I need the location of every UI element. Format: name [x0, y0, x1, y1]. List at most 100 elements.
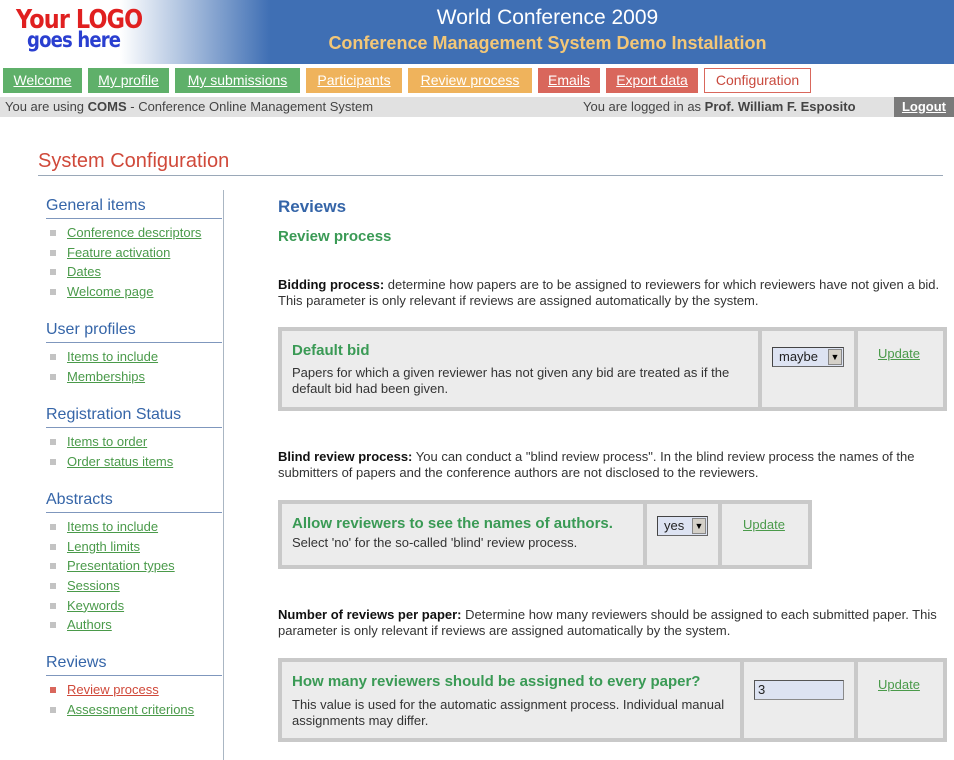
sidebar-link[interactable]: Order status items: [67, 454, 173, 469]
tab-welcome[interactable]: Welcome: [3, 68, 82, 93]
dropdown-arrow-icon[interactable]: ▼: [828, 349, 842, 365]
bullet-icon: [50, 354, 56, 360]
sidebar-item[interactable]: Dates: [46, 262, 222, 282]
bullet-icon: [50, 524, 56, 530]
setting-action-cell: Update: [858, 331, 943, 407]
sidebar-item[interactable]: Presentation types: [46, 556, 222, 576]
logo: Your LOGO goes here: [16, 5, 146, 57]
sidebar-item[interactable]: Conference descriptors: [46, 223, 222, 243]
bullet-icon: [50, 602, 56, 609]
sidebar-link[interactable]: Welcome page: [67, 284, 153, 299]
sidebar-link[interactable]: Keywords: [67, 598, 124, 613]
sidebar-link[interactable]: Review process: [67, 682, 159, 697]
logout-button[interactable]: Logout: [894, 97, 954, 117]
sidebar-item[interactable]: Items to include: [46, 517, 222, 537]
bullet-icon: [50, 230, 56, 236]
sidebar-link[interactable]: Length limits: [67, 539, 140, 554]
bullet-icon: [50, 687, 56, 693]
setting-title: Default bid: [292, 342, 370, 359]
tab-participants[interactable]: Participants: [306, 68, 402, 93]
setting-action-cell: Update: [722, 504, 808, 565]
sidebar-item[interactable]: Length limits: [46, 537, 222, 557]
sidebar-item[interactable]: Assessment criterions: [46, 700, 222, 720]
reviews-count-description: Number of reviews per paper: Determine h…: [278, 607, 946, 639]
using-prefix: You are using: [5, 99, 88, 114]
main-nav-tabs: Welcome My profile My submissions Partic…: [0, 68, 954, 94]
blind-label: Blind review process:: [278, 449, 413, 464]
sidebar-heading: Registration Status: [46, 406, 222, 428]
count-label: Number of reviews per paper:: [278, 607, 462, 622]
bullet-icon: [50, 439, 56, 445]
tab-review-process[interactable]: Review process: [408, 68, 532, 93]
setting-title: How many reviewers should be assigned to…: [292, 673, 701, 690]
conference-title: World Conference 2009: [436, 6, 659, 29]
select-value: maybe: [779, 349, 819, 364]
sidebar-item-review-process[interactable]: Review process: [46, 680, 222, 700]
setting-description: This value is used for the automatic ass…: [292, 697, 725, 728]
show-authors-select[interactable]: yes ▼: [657, 516, 708, 536]
update-default-bid-link[interactable]: Update: [878, 346, 920, 361]
bullet-icon: [50, 563, 56, 570]
tab-export-data[interactable]: Export data: [606, 68, 698, 93]
sidebar-heading: Reviews: [46, 654, 222, 676]
sidebar-section-user-profiles: User profiles Items to include Membershi…: [46, 321, 222, 386]
setting-value-cell: yes ▼: [647, 504, 718, 565]
sidebar-item[interactable]: Items to include: [46, 347, 222, 367]
bullet-icon: [50, 543, 56, 550]
sidebar-item[interactable]: Items to order: [46, 432, 222, 452]
bullet-icon: [50, 249, 56, 256]
sidebar-item[interactable]: Welcome page: [46, 282, 222, 302]
tab-my-profile[interactable]: My profile: [88, 68, 169, 93]
update-reviews-count-link[interactable]: Update: [878, 677, 920, 692]
sidebar-link[interactable]: Memberships: [67, 369, 145, 384]
tab-my-submissions[interactable]: My submissions: [175, 68, 300, 93]
conference-subtitle: Conference Management System Demo Instal…: [328, 33, 767, 53]
tab-emails[interactable]: Emails: [538, 68, 600, 93]
sidebar-item[interactable]: Memberships: [46, 367, 222, 387]
sidebar-link[interactable]: Items to include: [67, 519, 158, 534]
bullet-icon: [50, 269, 56, 276]
sidebar-link[interactable]: Feature activation: [67, 245, 170, 260]
bullet-icon: [50, 583, 56, 590]
title-divider: [38, 175, 943, 176]
sidebar-link[interactable]: Conference descriptors: [67, 225, 201, 240]
dropdown-arrow-icon[interactable]: ▼: [692, 518, 706, 534]
sidebar-link[interactable]: Sessions: [67, 578, 120, 593]
sidebar-link[interactable]: Dates: [67, 264, 101, 279]
sidebar-item[interactable]: Sessions: [46, 576, 222, 596]
sidebar-item[interactable]: Keywords: [46, 596, 222, 616]
section-subheading: Review process: [278, 228, 392, 245]
bullet-icon: [50, 706, 56, 713]
app-full-name: - Conference Online Management System: [126, 99, 374, 114]
setting-value-cell: maybe ▼: [762, 331, 854, 407]
sidebar-link[interactable]: Authors: [67, 617, 112, 632]
setting-description: Select 'no' for the so-called 'blind' re…: [292, 535, 578, 550]
sidebar-item[interactable]: Authors: [46, 615, 222, 635]
logged-prefix: You are logged in as: [583, 99, 705, 114]
user-name: Prof. William F. Esposito: [704, 99, 856, 114]
sidebar-heading: General items: [46, 197, 222, 219]
bidding-label: Bidding process:: [278, 277, 385, 292]
tab-configuration[interactable]: Configuration: [704, 68, 811, 93]
setting-value-cell: 3: [744, 662, 854, 738]
sidebar-link[interactable]: Assessment criterions: [67, 702, 194, 717]
sidebar-link[interactable]: Items to include: [67, 349, 158, 364]
sidebar-link[interactable]: Items to order: [67, 434, 147, 449]
blind-review-setting: Allow reviewers to see the names of auth…: [278, 500, 812, 569]
update-blind-review-link[interactable]: Update: [743, 517, 785, 532]
reviewers-per-paper-input[interactable]: 3: [754, 680, 844, 700]
bidding-description: Bidding process: determine how papers ar…: [278, 277, 946, 309]
app-info: You are using COMS - Conference Online M…: [5, 97, 373, 117]
setting-title: Allow reviewers to see the names of auth…: [292, 515, 613, 532]
sidebar-item[interactable]: Order status items: [46, 452, 222, 472]
bullet-icon: [50, 289, 56, 296]
logo-line2: goes here: [27, 28, 121, 52]
reviews-count-setting: How many reviewers should be assigned to…: [278, 658, 947, 742]
setting-info-cell: Default bid Papers for which a given rev…: [282, 331, 758, 407]
setting-description: Papers for which a given reviewer has no…: [292, 365, 730, 396]
default-bid-select[interactable]: maybe ▼: [772, 347, 844, 367]
sidebar-link[interactable]: Presentation types: [67, 558, 175, 573]
setting-info-cell: How many reviewers should be assigned to…: [282, 662, 740, 738]
bullet-icon: [50, 373, 56, 380]
sidebar-item[interactable]: Feature activation: [46, 243, 222, 263]
